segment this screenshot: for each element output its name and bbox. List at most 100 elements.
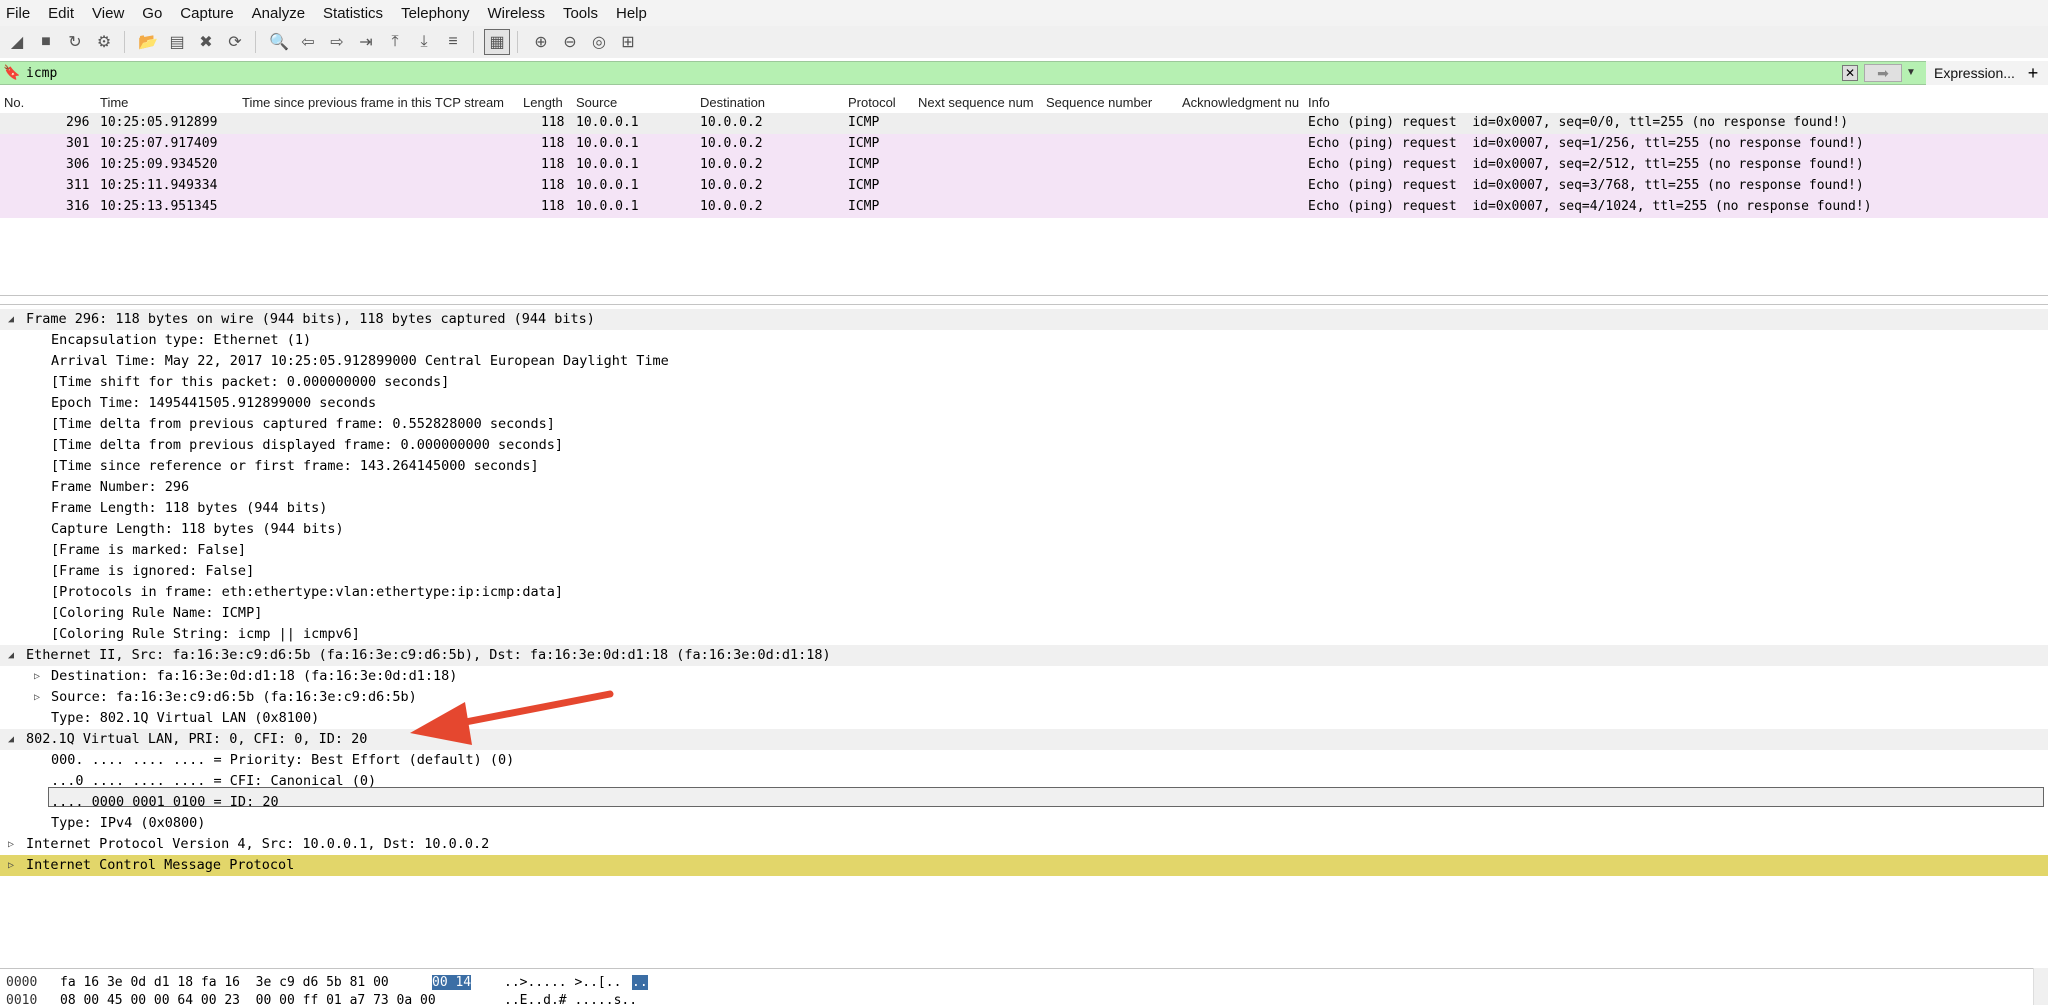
tree-expanded-icon[interactable]: ◢ <box>8 309 14 330</box>
go-back-icon[interactable]: ⇦ <box>295 29 321 55</box>
resize-columns-icon[interactable]: ⊞ <box>615 29 641 55</box>
clear-filter-icon[interactable]: ✕ <box>1842 65 1858 81</box>
menu-analyze[interactable]: Analyze <box>243 5 314 22</box>
column-header[interactable]: Time since previous frame in this TCP st… <box>242 95 504 110</box>
detail-tree-item[interactable]: Frame Length: 118 bytes (944 bits) <box>0 498 2048 519</box>
detail-tree-item[interactable]: ▷ Source: fa:16:3e:c9:d6:5b (fa:16:3e:c9:… <box>0 687 2048 708</box>
zoom-in-icon[interactable]: ⊕ <box>528 29 554 55</box>
tree-collapsed-icon[interactable]: ▷ <box>34 687 40 708</box>
tree-collapsed-icon[interactable]: ▷ <box>34 666 40 687</box>
packet-row[interactable]: 316 10:25:13.951345 118 10.0.0.1 10.0.0.2 ICM… <box>0 197 2048 218</box>
detail-tree-item[interactable]: ▷ Internet Protocol Version 4, Src: 10.0.… <box>0 834 2048 855</box>
menu-view[interactable]: View <box>83 5 133 22</box>
close-file-icon[interactable]: ✖ <box>193 29 219 55</box>
detail-tree-label: 000. .... .... .... = Priority: Best Eff… <box>51 752 515 768</box>
menu-tools[interactable]: Tools <box>554 5 607 22</box>
go-last-icon[interactable]: ⤓ <box>411 29 437 55</box>
tree-collapsed-icon[interactable]: ▷ <box>8 855 14 876</box>
detail-tree-item[interactable]: ▷ Destination: fa:16:3e:0d:d1:18 (fa:16:3… <box>0 666 2048 687</box>
packet-row[interactable]: 301 10:25:07.917409 118 10.0.0.1 10.0.0.2 ICM… <box>0 134 2048 155</box>
open-file-icon[interactable]: 📂 <box>135 29 161 55</box>
menu-go[interactable]: Go <box>133 5 171 22</box>
detail-tree-item[interactable]: Arrival Time: May 22, 2017 10:25:05.9128… <box>0 351 2048 372</box>
display-filter-input[interactable] <box>22 62 1830 84</box>
column-header[interactable]: No. <box>4 95 24 110</box>
detail-tree-label: Frame Length: 118 bytes (944 bits) <box>51 500 328 516</box>
filter-bookmark-icon[interactable]: 🔖 <box>3 64 20 82</box>
detail-tree-item[interactable]: [Protocols in frame: eth:ethertype:vlan:… <box>0 582 2048 603</box>
tree-expanded-icon[interactable]: ◢ <box>8 729 14 750</box>
detail-tree-label: Internet Protocol Version 4, Src: 10.0.0… <box>26 836 490 852</box>
detail-tree-item[interactable]: [Frame is ignored: False] <box>0 561 2048 582</box>
go-forward-icon[interactable]: ⇨ <box>324 29 350 55</box>
menu-file[interactable]: File <box>0 5 39 22</box>
detail-tree-item[interactable]: Type: IPv4 (0x0800) <box>0 813 2048 834</box>
detail-tree-item[interactable]: .... 0000 0001 0100 = ID: 20 <box>0 792 2048 813</box>
detail-tree-item[interactable]: Type: 802.1Q Virtual LAN (0x8100) <box>0 708 2048 729</box>
tree-collapsed-icon[interactable]: ▷ <box>8 834 14 855</box>
detail-tree-item[interactable]: [Coloring Rule String: icmp || icmpv6] <box>0 624 2048 645</box>
hex-scrollbar[interactable] <box>2033 968 2048 1005</box>
detail-tree-item[interactable]: [Frame is marked: False] <box>0 540 2048 561</box>
packet-row[interactable]: 311 10:25:11.949334 118 10.0.0.1 10.0.0.2 ICM… <box>0 176 2048 197</box>
hex-ascii[interactable]: ..E..d.# .....s.. <box>504 993 637 1008</box>
column-header[interactable]: Sequence number <box>1046 95 1152 110</box>
menu-help[interactable]: Help <box>607 5 656 22</box>
detail-tree-item[interactable]: Epoch Time: 1495441505.912899000 seconds <box>0 393 2048 414</box>
detail-tree-item[interactable]: [Time delta from previous displayed fram… <box>0 435 2048 456</box>
menu-statistics[interactable]: Statistics <box>314 5 392 22</box>
packet-protocol: ICMP <box>848 178 880 193</box>
packet-row[interactable]: 296 10:25:05.912899 118 10.0.0.1 10.0.0.2 ICM… <box>0 113 2048 134</box>
menu-wireless[interactable]: Wireless <box>478 5 554 22</box>
menu-capture[interactable]: Capture <box>171 5 242 22</box>
detail-tree-item[interactable]: ◢ Ethernet II, Src: fa:16:3e:c9:d6:5b (fa… <box>0 645 2048 666</box>
find-packet-icon[interactable]: 🔍 <box>266 29 292 55</box>
detail-tree-item[interactable]: [Time shift for this packet: 0.000000000… <box>0 372 2048 393</box>
start-capture-icon[interactable]: ◢ <box>4 29 30 55</box>
go-first-icon[interactable]: ⤒ <box>382 29 408 55</box>
go-to-packet-icon[interactable]: ⇥ <box>353 29 379 55</box>
normal-size-icon[interactable]: ◎ <box>586 29 612 55</box>
zoom-out-icon[interactable]: ⊖ <box>557 29 583 55</box>
detail-tree-item[interactable]: Frame Number: 296 <box>0 477 2048 498</box>
detail-tree-item[interactable]: [Time since reference or first frame: 14… <box>0 456 2048 477</box>
menu-edit[interactable]: Edit <box>39 5 83 22</box>
hex-bytes-highlighted[interactable]: 00 14 <box>432 975 472 990</box>
auto-scroll-icon[interactable]: ≡ <box>440 29 466 55</box>
stop-capture-icon[interactable]: ■ <box>33 29 59 55</box>
restart-capture-icon[interactable]: ↻ <box>62 29 88 55</box>
packet-length: 118 <box>541 199 565 214</box>
detail-tree-item[interactable]: 000. .... .... .... = Priority: Best Eff… <box>0 750 2048 771</box>
column-header[interactable]: Source <box>576 95 617 110</box>
tree-expanded-icon[interactable]: ◢ <box>8 645 14 666</box>
detail-tree-item[interactable]: [Coloring Rule Name: ICMP] <box>0 603 2048 624</box>
detail-tree-item[interactable]: [Time delta from previous captured frame… <box>0 414 2048 435</box>
hex-ascii[interactable]: ..>..... >..[.. <box>504 975 621 990</box>
column-header[interactable]: Time <box>100 95 128 110</box>
column-header[interactable]: Next sequence num <box>918 95 1034 110</box>
hex-bytes[interactable]: fa 16 3e 0d d1 18 fa 16 3e c9 d6 5b 81 0… <box>60 975 389 990</box>
add-filter-button[interactable]: + <box>2018 61 2048 85</box>
detail-tree-item[interactable]: Capture Length: 118 bytes (944 bits) <box>0 519 2048 540</box>
detail-tree-item[interactable]: ◢ 802.1Q Virtual LAN, PRI: 0, CFI: 0, ID:… <box>0 729 2048 750</box>
colorize-icon[interactable]: ▦ <box>484 29 510 55</box>
column-header[interactable]: Info <box>1308 95 1330 110</box>
column-header[interactable]: Destination <box>700 95 765 110</box>
expression-button[interactable]: Expression... <box>1926 61 2023 85</box>
apply-filter-icon[interactable]: ➡ <box>1864 64 1902 82</box>
detail-tree-item[interactable]: ◢ Frame 296: 118 bytes on wire (944 bits)… <box>0 309 2048 330</box>
filter-history-dropdown-icon[interactable]: ▼ <box>1904 64 1918 82</box>
hex-bytes[interactable]: 08 00 45 00 00 64 00 23 00 00 ff 01 a7 7… <box>60 993 436 1008</box>
column-header[interactable]: Length <box>523 95 563 110</box>
capture-options-icon[interactable]: ⚙ <box>91 29 117 55</box>
packet-row[interactable]: 306 10:25:09.934520 118 10.0.0.1 10.0.0.2 ICM… <box>0 155 2048 176</box>
hex-ascii-highlighted[interactable]: .. <box>632 975 648 990</box>
save-file-icon[interactable]: ▤ <box>164 29 190 55</box>
detail-tree-item[interactable]: ▷ Internet Control Message Protocol <box>0 855 2048 876</box>
detail-tree-item[interactable]: ...0 .... .... .... = CFI: Canonical (0) <box>0 771 2048 792</box>
reload-file-icon[interactable]: ⟳ <box>222 29 248 55</box>
menu-telephony[interactable]: Telephony <box>392 5 478 22</box>
column-header[interactable]: Acknowledgment nu <box>1182 95 1299 110</box>
column-header[interactable]: Protocol <box>848 95 896 110</box>
detail-tree-item[interactable]: Encapsulation type: Ethernet (1) <box>0 330 2048 351</box>
